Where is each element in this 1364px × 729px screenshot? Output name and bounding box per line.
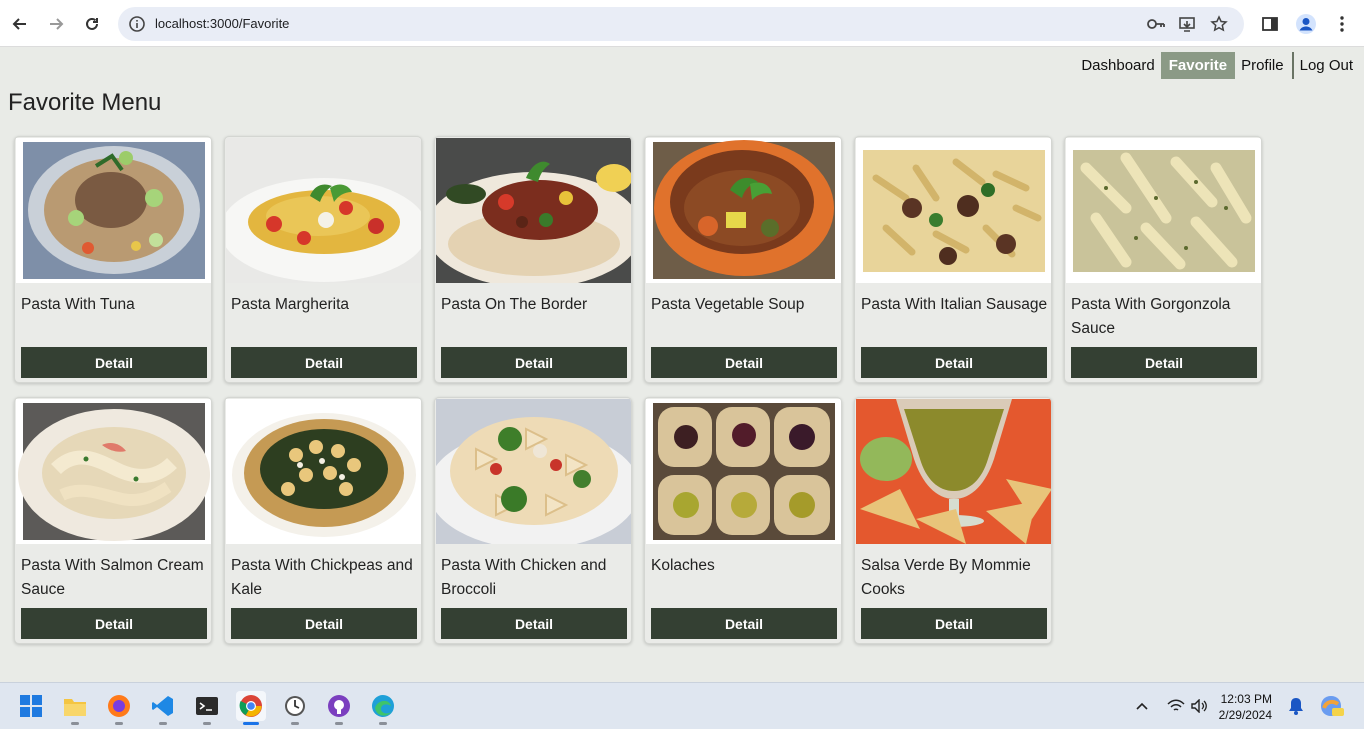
- back-icon[interactable]: [8, 12, 32, 36]
- recipe-image: [856, 399, 1051, 544]
- nav-logout[interactable]: Log Out: [1294, 52, 1359, 79]
- recipe-card: Pasta With Salmon Cream Sauce Detail: [14, 397, 212, 644]
- detail-button[interactable]: Detail: [651, 347, 837, 378]
- recipe-image: [16, 138, 211, 283]
- forward-icon[interactable]: [44, 12, 68, 36]
- favorites-grid: Pasta With Tuna Detail Pasta Margherita …: [14, 136, 1274, 644]
- notification-bell-icon[interactable]: [1284, 691, 1308, 721]
- recipe-title: Pasta Vegetable Soup: [651, 296, 805, 313]
- recipe-card: Kolaches Detail: [644, 397, 842, 644]
- recipe-image: [1066, 138, 1261, 283]
- volume-icon[interactable]: [1188, 691, 1212, 721]
- recipe-image: [646, 138, 841, 283]
- github-desktop-icon[interactable]: [324, 691, 354, 725]
- nav-dashboard[interactable]: Dashboard: [1075, 52, 1160, 79]
- recipe-card: Pasta Margherita Detail: [224, 136, 422, 383]
- recipe-title: Pasta With Chicken and Broccoli: [441, 557, 607, 598]
- detail-button[interactable]: Detail: [441, 347, 627, 378]
- recipe-title: Pasta With Gorgonzola Sauce: [1071, 296, 1231, 337]
- nav-profile[interactable]: Profile: [1235, 52, 1290, 79]
- recipe-image: [16, 399, 211, 544]
- terminal-icon[interactable]: [192, 691, 222, 725]
- detail-button[interactable]: Detail: [441, 608, 627, 639]
- recipe-title: Pasta With Italian Sausage: [861, 296, 1048, 313]
- recipe-image: [646, 399, 841, 544]
- detail-button[interactable]: Detail: [21, 608, 207, 639]
- windows-start-icon[interactable]: [16, 691, 46, 721]
- detail-button[interactable]: Detail: [651, 608, 837, 639]
- profile-avatar-icon[interactable]: [1294, 12, 1318, 36]
- bookmark-star-icon[interactable]: [1210, 15, 1228, 33]
- file-explorer-icon[interactable]: [60, 691, 90, 725]
- recipe-image: [436, 399, 631, 544]
- page-title: Favorite Menu: [8, 89, 162, 116]
- clock-date: 2/29/2024: [1218, 708, 1272, 722]
- install-app-icon[interactable]: [1178, 15, 1196, 33]
- key-icon[interactable]: [1146, 15, 1165, 33]
- nav-favorite[interactable]: Favorite: [1160, 52, 1236, 79]
- recipe-card: Salsa Verde By Mommie Cooks Detail: [854, 397, 1052, 644]
- edge-icon[interactable]: [368, 691, 398, 725]
- recipe-title: Salsa Verde By Mommie Cooks: [861, 557, 1031, 598]
- recipe-title: Pasta With Chickpeas and Kale: [231, 557, 413, 598]
- chevron-up-icon[interactable]: [1130, 691, 1154, 721]
- recipe-title: Pasta On The Border: [441, 296, 588, 313]
- address-bar[interactable]: localhost:3000/Favorite: [118, 7, 1244, 41]
- site-info-icon[interactable]: [128, 15, 146, 33]
- main-nav: Dashboard Favorite Profile Log Out: [1075, 52, 1359, 79]
- detail-button[interactable]: Detail: [231, 347, 417, 378]
- detail-button[interactable]: Detail: [861, 608, 1047, 639]
- recipe-image: [226, 138, 421, 283]
- reload-icon[interactable]: [80, 12, 104, 36]
- menu-kebab-icon[interactable]: [1330, 12, 1354, 36]
- chrome-icon[interactable]: [236, 691, 266, 725]
- recipe-title: Pasta With Salmon Cream Sauce: [21, 557, 204, 598]
- recipe-card: Pasta On The Border Detail: [434, 136, 632, 383]
- recipe-card: Pasta Vegetable Soup Detail: [644, 136, 842, 383]
- recipe-image: [856, 138, 1051, 283]
- side-panel-icon[interactable]: [1258, 12, 1282, 36]
- detail-button[interactable]: Detail: [231, 608, 417, 639]
- recipe-card: Pasta With Tuna Detail: [14, 136, 212, 383]
- recipe-image: [226, 399, 421, 544]
- vscode-icon[interactable]: [148, 691, 178, 725]
- recipe-card: Pasta With Italian Sausage Detail: [854, 136, 1052, 383]
- browser-toolbar: localhost:3000/Favorite: [0, 0, 1364, 47]
- detail-button[interactable]: Detail: [861, 347, 1047, 378]
- clock-app-icon[interactable]: [280, 691, 310, 725]
- recipe-image: [436, 138, 631, 283]
- copilot-icon[interactable]: [1316, 691, 1346, 721]
- url-text: localhost:3000/Favorite: [155, 16, 290, 31]
- taskbar: 12:03 PM 2/29/2024: [0, 682, 1364, 729]
- clock-time: 12:03 PM: [1220, 692, 1272, 706]
- system-clock[interactable]: 12:03 PM 2/29/2024: [1219, 691, 1272, 723]
- recipe-card: Pasta With Gorgonzola Sauce Detail: [1064, 136, 1262, 383]
- recipe-title: Pasta Margherita: [231, 296, 350, 313]
- firefox-icon[interactable]: [104, 691, 134, 725]
- detail-button[interactable]: Detail: [21, 347, 207, 378]
- wifi-icon[interactable]: [1164, 691, 1188, 721]
- recipe-card: Pasta With Chicken and Broccoli Detail: [434, 397, 632, 644]
- recipe-title: Kolaches: [651, 557, 715, 574]
- recipe-card: Pasta With Chickpeas and Kale Detail: [224, 397, 422, 644]
- detail-button[interactable]: Detail: [1071, 347, 1257, 378]
- recipe-title: Pasta With Tuna: [21, 296, 135, 313]
